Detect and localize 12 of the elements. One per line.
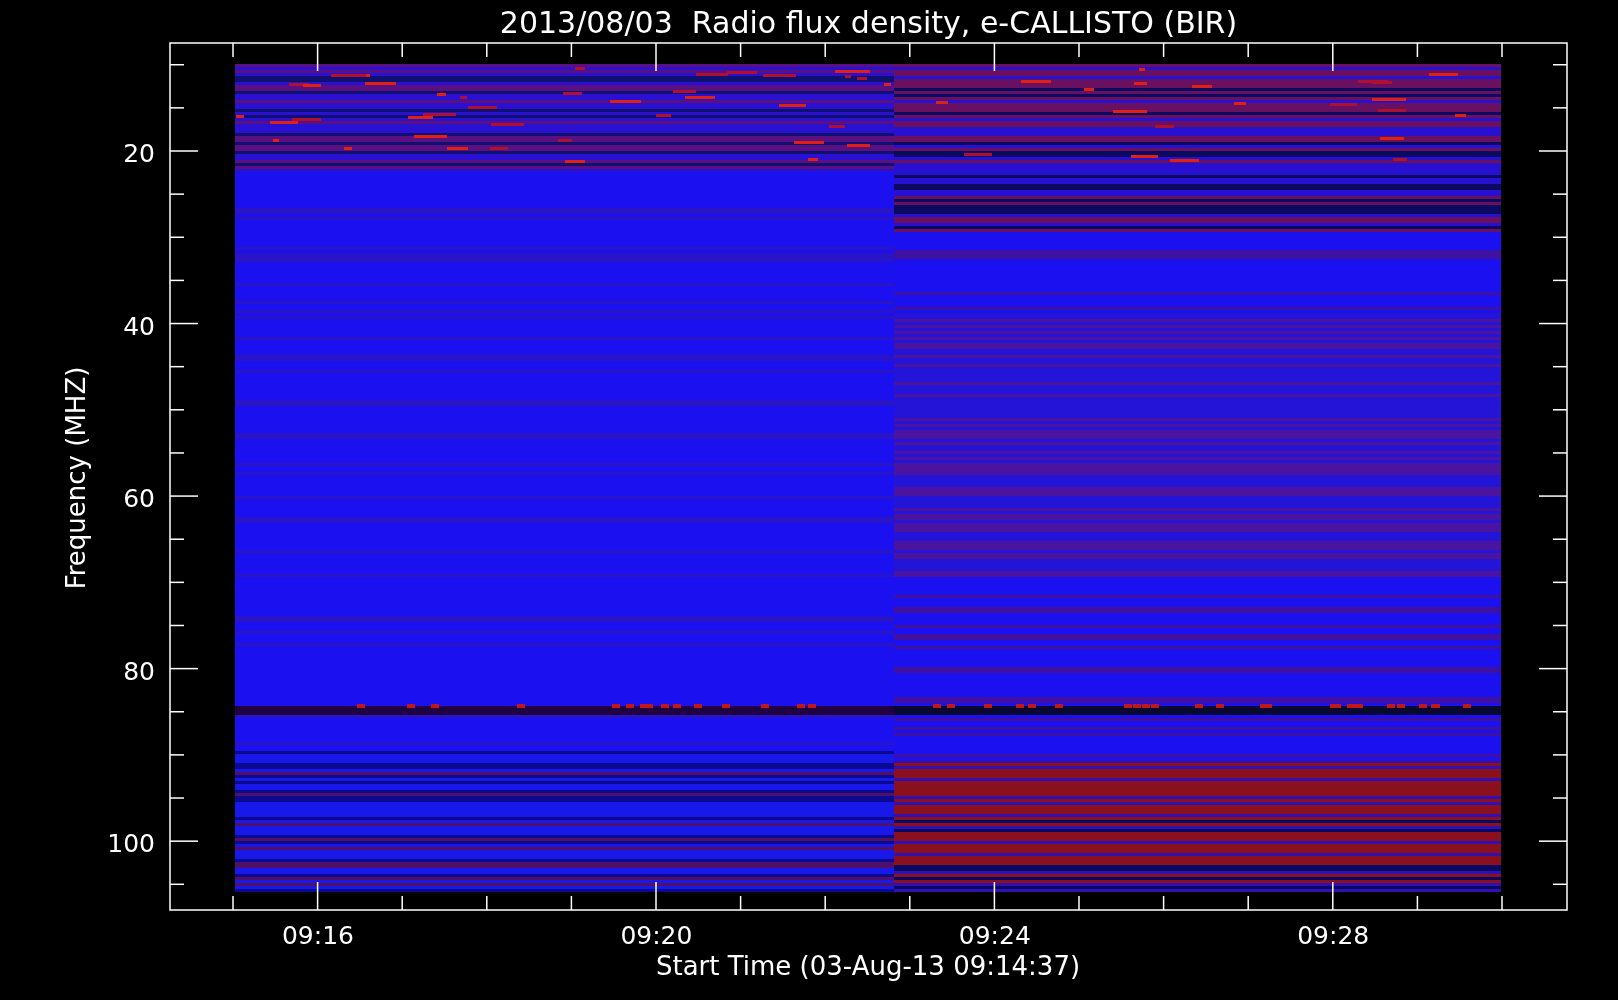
axis-tick-label: 40 xyxy=(123,311,155,341)
axis-tick-label: 09:20 xyxy=(620,921,693,950)
chart-title: 2013/08/03 Radio flux density, e-CALLISTO (BIR) xyxy=(499,5,1238,40)
axis-tick-label: 20 xyxy=(123,139,155,168)
axis-tick-label: 100 xyxy=(107,829,155,858)
axis-tick-label: 09:24 xyxy=(958,921,1031,950)
axis-title: Frequency (MHZ) xyxy=(61,366,91,590)
axis-title: Start Time (03-Aug-13 09:14:37) xyxy=(655,951,1081,981)
axis-tick-label: 09:16 xyxy=(282,921,354,950)
axis-tick-label: 80 xyxy=(123,656,155,686)
axis-tick-label: 60 xyxy=(123,484,155,513)
axis-tick-label: 09:28 xyxy=(1297,921,1370,950)
